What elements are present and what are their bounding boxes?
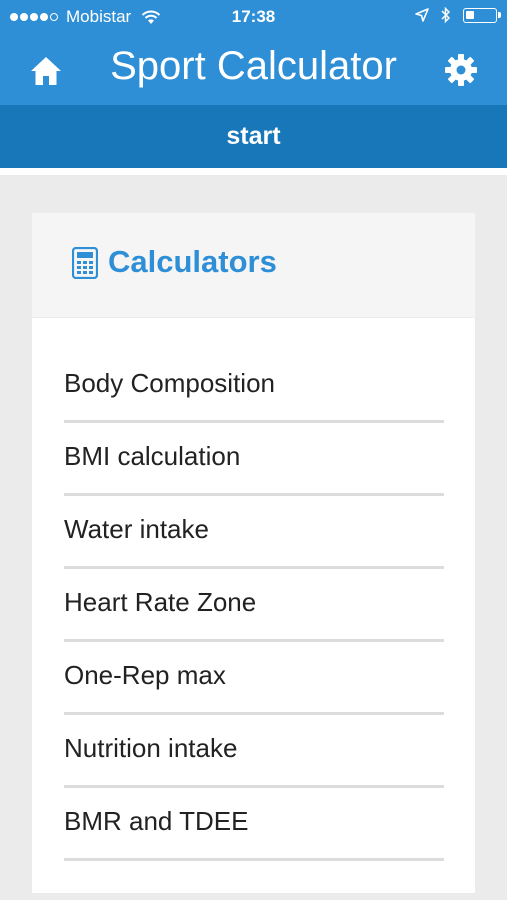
status-right — [415, 6, 501, 24]
list-item-bmr-and-tdee[interactable]: BMR and TDEE — [64, 791, 444, 861]
calculators-card: Calculators Body Composition BMI calcula… — [32, 213, 475, 893]
card-header: Calculators — [32, 213, 475, 318]
app-header: Mobistar 17:38 Sport Calculator — [0, 0, 507, 105]
list-item-water-intake[interactable]: Water intake — [64, 499, 444, 569]
calculator-icon — [72, 247, 98, 279]
header-divider — [0, 168, 507, 175]
page-subtitle: start — [226, 122, 281, 150]
location-arrow-icon — [415, 8, 429, 22]
gear-icon — [445, 54, 477, 86]
page-title: Sport Calculator — [110, 44, 397, 88]
battery-level — [466, 10, 475, 19]
bluetooth-icon — [441, 6, 451, 24]
calculator-list: Body Composition BMI calculation Water i… — [64, 353, 444, 864]
list-item-bmi-calculation[interactable]: BMI calculation — [64, 426, 444, 496]
list-item-heart-rate-zone[interactable]: Heart Rate Zone — [64, 572, 444, 642]
page-subtitle-bar: start — [0, 105, 507, 168]
list-item-one-rep-max[interactable]: One-Rep max — [64, 645, 444, 715]
card-title: Calculators — [108, 244, 277, 279]
list-item-nutrition-intake[interactable]: Nutrition intake — [64, 718, 444, 788]
status-bar: Mobistar 17:38 — [0, 0, 507, 34]
battery-icon — [463, 7, 501, 23]
list-item-body-composition[interactable]: Body Composition — [64, 353, 444, 423]
settings-button[interactable] — [443, 52, 479, 88]
